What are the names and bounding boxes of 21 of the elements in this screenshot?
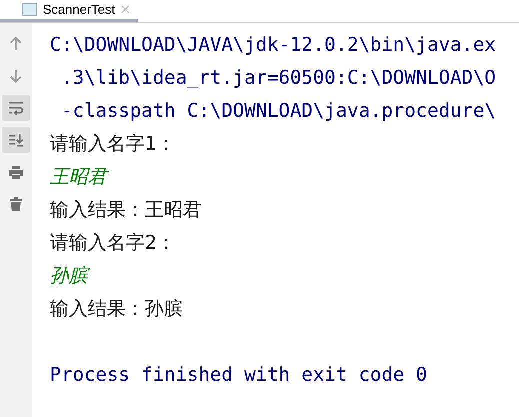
console-tab[interactable]: ScannerTest bbox=[0, 0, 138, 22]
trash-icon bbox=[8, 196, 24, 212]
console-output: 输入结果：孙膑 bbox=[50, 297, 184, 322]
console-line: -classpath C:\DOWNLOAD\java.procedure\ bbox=[60, 99, 496, 124]
scroll-to-end-icon bbox=[8, 132, 24, 148]
input-text: 孙膑 bbox=[50, 260, 496, 293]
soft-wrap-button[interactable] bbox=[2, 95, 30, 121]
console-output: 请输入名字1： bbox=[50, 132, 178, 157]
console-output: 输入结果：王昭君 bbox=[50, 198, 203, 223]
print-icon bbox=[8, 164, 24, 180]
input-text: 王昭君 bbox=[50, 165, 110, 190]
console-output: 请输入名字2： bbox=[50, 231, 178, 256]
down-arrow-icon bbox=[8, 68, 24, 84]
close-icon[interactable] bbox=[121, 5, 130, 14]
console-line: .3\lib\idea_rt.jar=60500:C:\DOWNLOAD\O bbox=[60, 66, 496, 91]
console-line: Process finished with exit code 0 bbox=[50, 363, 428, 388]
soft-wrap-icon bbox=[8, 100, 24, 116]
console-line: C:\DOWNLOAD\JAVA\jdk-12.0.2\bin\java.ex bbox=[50, 33, 496, 58]
up-arrow-icon bbox=[8, 36, 24, 52]
scroll-to-end-button[interactable] bbox=[2, 127, 30, 153]
window-icon bbox=[22, 3, 37, 16]
